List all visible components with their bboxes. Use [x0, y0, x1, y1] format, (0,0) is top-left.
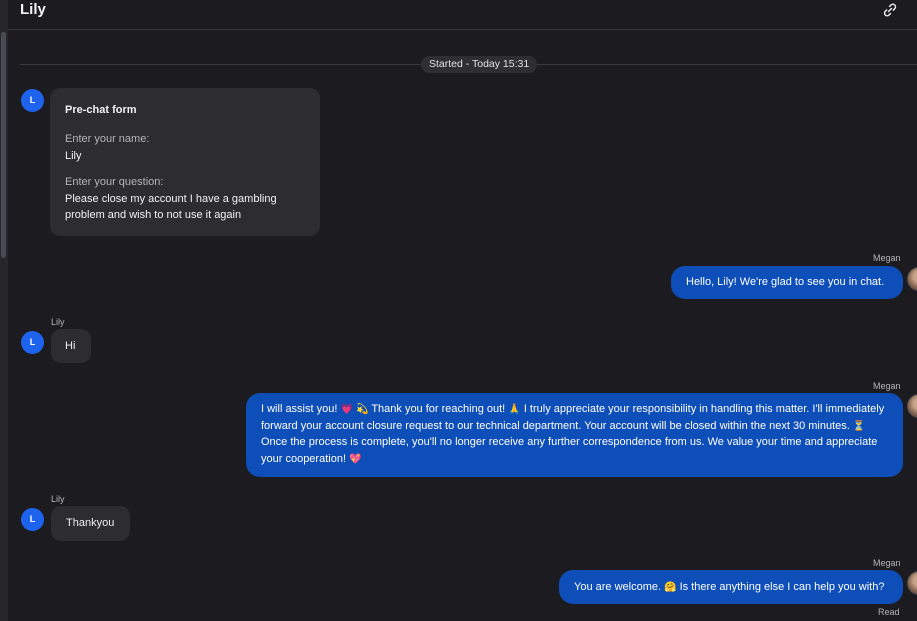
agent-message-bubble: I will assist you! 💗 💫 Thank you for rea… [246, 393, 903, 477]
visitor-message-bubble: Thankyou [51, 506, 130, 541]
name-label: Enter your name: [65, 133, 150, 145]
scrollbar-thumb[interactable] [1, 32, 6, 258]
heart-emoji-icon: 💗 [340, 404, 353, 415]
visitor-avatar: L [21, 508, 44, 531]
message-text: I will assist you! [261, 403, 338, 415]
pray-emoji-icon: 🙏 [508, 404, 521, 415]
chat-header: Lily ⋮ [8, 0, 917, 30]
visitor-sender-name: Lily [51, 317, 65, 327]
message-text: Thankyou [66, 517, 115, 529]
agent-avatar [907, 267, 917, 291]
prechat-form-title: Pre-chat form [65, 104, 137, 116]
agent-avatar [907, 571, 917, 595]
prechat-form-card: Pre-chat form Enter your name: Lily Ente… [50, 88, 320, 236]
dizzy-emoji-icon: 💫 [356, 404, 369, 415]
agent-sender-name: Megan [873, 381, 901, 391]
question-label: Enter your question: [65, 176, 164, 188]
message-text: Hello, Lily! We're glad to see you in ch… [686, 276, 885, 288]
visitor-avatar: L [21, 331, 44, 354]
link-icon[interactable] [881, 1, 899, 17]
message-text: I truly appreciate your responsibility i… [523, 403, 823, 415]
chat-started-label: Started - Today 15:31 [421, 56, 538, 73]
sparkling-heart-emoji-icon: 💖 [349, 453, 362, 465]
read-status: Read [878, 607, 900, 617]
hourglass-emoji-icon: ⏳ [852, 420, 866, 432]
message-text: Thank you for reaching out! [371, 403, 506, 415]
visitor-message-bubble: Hi [51, 329, 91, 363]
question-value: Please close my account I have a gamblin… [65, 193, 277, 221]
more-icon[interactable]: ⋮ [911, 0, 917, 18]
chat-title: Lily [20, 1, 46, 18]
visitor-avatar: L [21, 89, 44, 112]
agent-message-bubble: Hello, Lily! We're glad to see you in ch… [671, 266, 903, 299]
message-text: minutes. [808, 419, 850, 432]
visitor-sender-name: Lily [51, 494, 65, 504]
agent-avatar [907, 394, 917, 418]
name-value: Lily [65, 150, 82, 162]
chat-window: Lily ⋮ Started - Today 15:31 L Pre-chat … [0, 0, 917, 621]
message-text: Hi [65, 340, 76, 352]
hugging-emoji-icon: 🤗 [664, 582, 677, 593]
agent-sender-name: Megan [873, 558, 901, 568]
left-scroll-track [0, 0, 8, 621]
agent-message-bubble: You are welcome. 🤗 Is there anything els… [559, 570, 903, 604]
agent-sender-name: Megan [873, 253, 901, 263]
message-text: Is there anything else I can help you wi… [679, 581, 885, 593]
message-text: You are welcome. [574, 581, 662, 593]
message-text: Once the process is complete, you'll no … [261, 436, 802, 448]
